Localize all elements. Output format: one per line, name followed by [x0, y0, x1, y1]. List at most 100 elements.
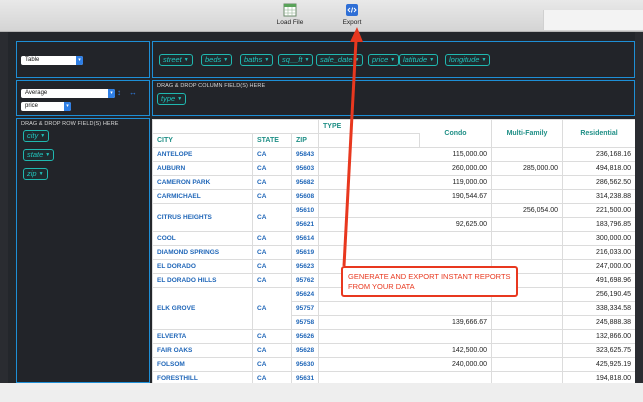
cell-city: CITRUS HEIGHTS [152, 203, 253, 232]
table-row[interactable]: FOLSOMCA95630240,000.00425,925.19414,960… [152, 357, 635, 372]
table-row[interactable]: ANTELOPECA95843115,000.00236,168.16232,4… [152, 147, 635, 162]
chevron-down-icon: ▼ [354, 57, 360, 64]
header-city: CITY [152, 133, 253, 148]
cell-state: CA [252, 287, 292, 330]
unused-field-chip[interactable]: street ▼ [159, 54, 193, 66]
chevron-down-icon: ▼ [38, 171, 44, 178]
column-drop-area[interactable]: DRAG & DROP COLUMN FIELD(S) HERE type ▼ [152, 80, 635, 116]
col-header-label: Multi-Family [506, 130, 548, 137]
cell-condo [318, 203, 492, 218]
chevron-down-icon: ▼ [481, 57, 487, 64]
cell-zip: 95682 [291, 175, 319, 190]
col-header-condo: Condo [419, 119, 492, 148]
chevron-down-icon: ▼ [390, 57, 396, 64]
cell-zip: 95758 [291, 315, 319, 330]
table-row[interactable]: CAMERON PARKCA95682119,000.00286,562.502… [152, 175, 635, 190]
cell-state: CA [252, 203, 292, 232]
table-row[interactable]: FAIR OAKSCA95628142,500.00323,625.75303,… [152, 343, 635, 358]
cell-residential: 245,888.38 [562, 315, 635, 330]
code-export-icon [346, 4, 358, 16]
renderer-select[interactable]: Table ▾ [21, 56, 83, 65]
table-corner [152, 119, 319, 134]
column-field-type[interactable]: type ▼ [157, 93, 187, 105]
table-row[interactable]: FORESTHILLCA95631194,818.00194,818.00 [152, 371, 635, 383]
chevron-down-icon: ▼ [45, 152, 51, 159]
table-row[interactable]: ELVERTACA95626132,866.00132,866.00 [152, 329, 635, 344]
callout-text: GENERATE AND EXPORT INSTANT REPORTS FROM… [348, 272, 511, 291]
cell-state: CA [252, 273, 292, 288]
table-row[interactable]: COOLCA95614300,000.00300,000.00 [152, 231, 635, 246]
cell-city: COOL [152, 231, 253, 246]
header-label: ZIP [296, 137, 307, 144]
cell-multi-family: 256,054.00 [491, 203, 563, 218]
cell-condo: 119,000.00 [318, 175, 492, 190]
window-bottom-bar [0, 383, 643, 402]
chevron-down-icon: ▾ [76, 56, 83, 65]
cell-state: CA [252, 189, 292, 204]
cell-residential: 216,033.00 [562, 245, 635, 260]
swap-arrows-icon[interactable]: ↔ [129, 88, 137, 97]
cell-multi-family [491, 371, 563, 383]
cell-city: CARMICHAEL [152, 189, 253, 204]
cell-condo: 115,000.00 [318, 147, 492, 162]
cell-zip: 95610 [291, 203, 319, 218]
table-row[interactable]: DIAMOND SPRINGSCA95619216,033.00216,033.… [152, 245, 635, 260]
export-button[interactable]: Export [330, 3, 374, 26]
cell-residential: 183,796.85 [562, 217, 635, 232]
chevron-down-icon: ▼ [177, 96, 183, 103]
row-field-label: zip [27, 169, 37, 178]
unused-field-chip[interactable]: beds ▼ [201, 54, 233, 66]
field-label: longitude [449, 55, 480, 64]
cell-condo [318, 231, 492, 246]
table-row[interactable]: AUBURN CA 95603 260,000.00 285,000.00 494,818… [152, 161, 635, 176]
aggregator-panel: Average ▾ ↕ ↔ price ▾ [16, 80, 150, 116]
cell-multi-family [491, 301, 563, 316]
cell-residential: 491,698.96 [562, 273, 635, 288]
unused-field-chip[interactable]: longitude ▼ [445, 54, 491, 66]
unused-field-chip[interactable]: sale_date ▼ [316, 54, 364, 66]
pivot-app: Table ▾ street ▼ beds ▼ baths ▼ sq__ft ▼ sale_da… [8, 32, 635, 383]
field-label: sale_date [320, 55, 353, 64]
row-drop-area[interactable]: DRAG & DROP ROW FIELD(S) HERE city ▼ stat… [16, 118, 150, 383]
header-label: STATE [257, 137, 279, 144]
cell-zip: 95608 [291, 189, 319, 204]
unused-field-chip[interactable]: baths ▼ [240, 54, 274, 66]
chevron-down-icon: ▼ [264, 57, 270, 64]
chevron-down-icon: ▼ [223, 57, 229, 64]
chevron-down-icon: ▾ [108, 89, 115, 98]
row-field-state[interactable]: state ▼ [23, 149, 55, 161]
table-row[interactable]: CITRUS HEIGHTS CA 95610 256,054.00 221,500.0… [152, 203, 635, 232]
type-header-label: TYPE [323, 123, 342, 130]
aggregator-select[interactable]: Average ▾ [21, 89, 115, 98]
unused-field-chip[interactable]: sq__ft ▼ [278, 54, 314, 66]
row-field-zip[interactable]: zip ▼ [23, 168, 48, 180]
chevron-down-icon: ▾ [64, 102, 71, 111]
cell-condo: 260,000.00 [318, 161, 492, 176]
table-row[interactable]: CARMICHAELCA95608190,544.67314,238.88295… [152, 189, 635, 204]
unused-field-chip[interactable]: latitude ▼ [399, 54, 439, 66]
sort-order-icon[interactable]: ↕ [117, 88, 121, 97]
unused-field-chip[interactable]: price ▼ [368, 54, 400, 66]
cell-state: CA [252, 357, 292, 372]
cell-state: CA [252, 245, 292, 260]
cell-zip: 95843 [291, 147, 319, 162]
cell-condo: 92,625.00 [318, 217, 492, 232]
cell-city: FAIR OAKS [152, 343, 253, 358]
cell-zip: 95619 [291, 245, 319, 260]
chevron-down-icon: ▼ [429, 57, 435, 64]
row-drop-hint: DRAG & DROP ROW FIELD(S) HERE [21, 121, 119, 127]
cell-condo [318, 245, 492, 260]
cell-state: CA [252, 343, 292, 358]
load-file-button[interactable]: Load File [268, 3, 312, 26]
cell-city: AUBURN [152, 161, 253, 176]
cell-residential: 425,925.19 [562, 357, 635, 372]
cell-multi-family [491, 175, 563, 190]
chevron-down-icon: ▼ [40, 133, 46, 140]
cell-multi-family [491, 315, 563, 330]
cell-zip: 95623 [291, 259, 319, 274]
pivot-table: TYPE Condo Multi-Family Residential TOTA… [152, 119, 635, 383]
row-field-city[interactable]: city ▼ [23, 130, 50, 142]
cell-zip: 95626 [291, 329, 319, 344]
aggregator-field-select[interactable]: price ▾ [21, 102, 71, 111]
pivot-table-container[interactable]: TYPE Condo Multi-Family Residential TOTA… [152, 119, 635, 383]
